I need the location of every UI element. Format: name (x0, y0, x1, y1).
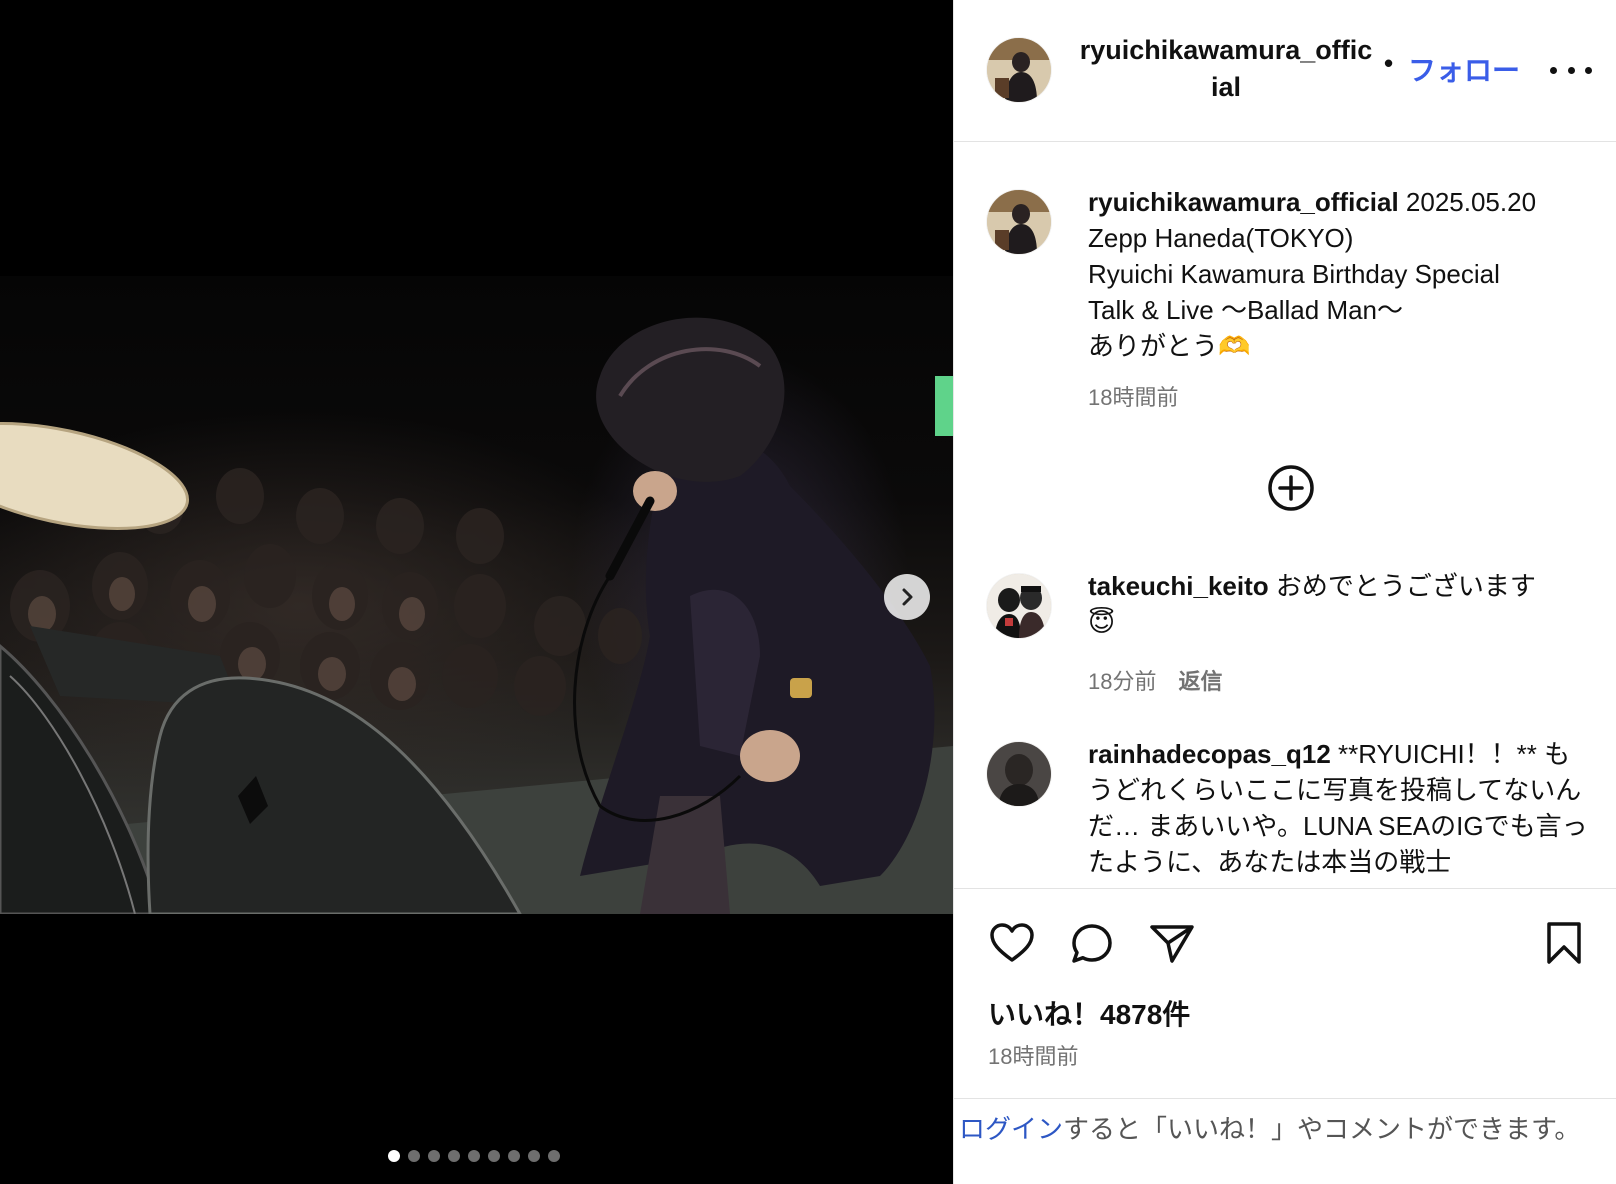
header-separator: • (1384, 48, 1394, 78)
caption-author-avatar-image (987, 190, 1051, 254)
commenter-username[interactable]: takeuchi_keito (1088, 571, 1269, 601)
caption-line-2: Zepp Haneda(TOKYO) (1088, 223, 1354, 253)
slide-dot[interactable] (528, 1150, 540, 1162)
slide-indicator (388, 1150, 560, 1162)
caption-text: ryuichikawamura_official 2025.05.20 Zepp… (1088, 184, 1593, 364)
heart-icon (990, 923, 1034, 962)
caption-line-4: Talk & Live 〜Ballad Man〜 (1088, 295, 1404, 325)
comment-button[interactable] (1068, 919, 1116, 967)
commenter-username[interactable]: rainhadecopas_q12 (1088, 739, 1331, 769)
slide-dot[interactable] (408, 1150, 420, 1162)
caption-line-3: Ryuichi Kawamura Birthday Special (1088, 259, 1500, 289)
slide-dot[interactable] (548, 1150, 560, 1162)
post-actions: いいね！4878件 18時間前 (954, 888, 1616, 1098)
comment-text: takeuchi_keito おめでとうございます 😇 (1088, 568, 1593, 640)
caption-line-1: 2025.05.20 (1398, 187, 1537, 217)
chevron-right-icon (902, 588, 913, 606)
caption-time: 18時間前 (1088, 385, 1179, 410)
heart-hands-emoji: 🫶 (1218, 331, 1251, 361)
follow-button[interactable]: フォロー (1408, 49, 1520, 89)
bookmark-icon (1547, 922, 1581, 964)
commenter-avatar-image (987, 574, 1051, 638)
comment-time: 18分前 (1088, 669, 1157, 694)
load-more-comments-button[interactable] (1267, 464, 1315, 512)
commenter-avatar[interactable] (987, 574, 1051, 638)
slide-dot[interactable] (428, 1150, 440, 1162)
post-time: 18時間前 (988, 1044, 1079, 1069)
more-options-button[interactable] (1550, 55, 1592, 85)
caption-username[interactable]: ryuichikawamura_official (1088, 187, 1399, 217)
post-media-panel (0, 0, 953, 1184)
commenter-avatar[interactable] (987, 742, 1051, 806)
like-button[interactable] (988, 919, 1036, 967)
comment-text: rainhadecopas_q12 **RYUICHI！！** もうどれくらいこ… (1088, 736, 1593, 880)
author-avatar-image (987, 38, 1051, 102)
author-avatar[interactable] (987, 38, 1051, 102)
slide-dot[interactable] (508, 1150, 520, 1162)
login-prompt: ログインすると「いいね！」やコメントができます。 (954, 1098, 1616, 1184)
login-prompt-text: すると「いいね！」やコメントができます。 (1063, 1114, 1581, 1144)
post-header: ryuichikawamura_official • フォロー (954, 0, 1616, 142)
plus-circle-icon (1268, 465, 1314, 511)
save-button[interactable] (1540, 919, 1588, 967)
caption-line-5: ありがとう (1088, 331, 1219, 361)
comment-body: おめでとうございます (1268, 571, 1536, 601)
login-link[interactable]: ログイン (959, 1114, 1063, 1144)
concert-photo-illustration (0, 317, 953, 914)
slide-dot[interactable] (468, 1150, 480, 1162)
instagram-post-page: ryuichikawamura_official • フォロー ryuichik… (0, 0, 1616, 1184)
send-icon (1150, 925, 1194, 963)
comment-icon (1072, 924, 1112, 963)
caption-author-avatar[interactable] (987, 190, 1051, 254)
post-photo (0, 276, 953, 914)
author-username[interactable]: ryuichikawamura_official (1076, 32, 1376, 106)
like-count[interactable]: いいね！4878件 (988, 993, 1190, 1033)
reply-button[interactable]: 返信 (1178, 669, 1222, 694)
commenter-avatar-image (987, 742, 1051, 806)
post-side-panel: ryuichikawamura_official • フォロー ryuichik… (953, 0, 1616, 1184)
comment-meta: 18分前 返信 (1088, 664, 1223, 696)
share-button[interactable] (1148, 919, 1196, 967)
slide-dot[interactable] (388, 1150, 400, 1162)
slide-dot[interactable] (488, 1150, 500, 1162)
halo-emoji: 😇 (1088, 607, 1116, 637)
slide-dot[interactable] (448, 1150, 460, 1162)
comments-scroll-area[interactable]: ryuichikawamura_official 2025.05.20 Zepp… (954, 142, 1616, 888)
more-horizontal-icon (1550, 66, 1592, 74)
next-slide-button[interactable] (884, 574, 930, 620)
